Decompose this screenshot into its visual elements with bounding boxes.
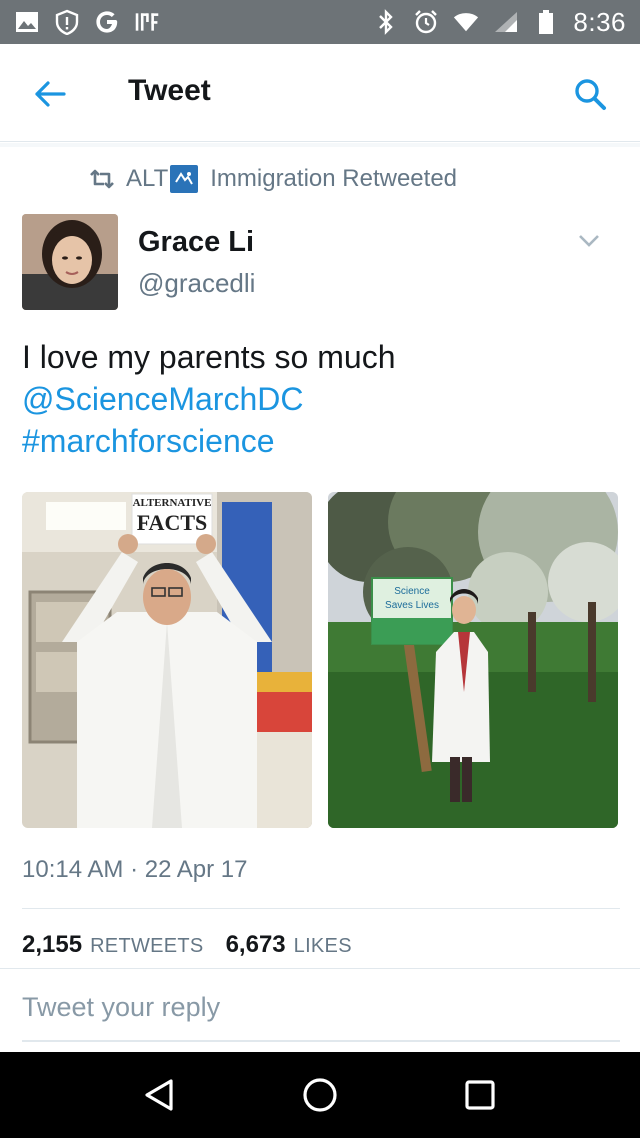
tweet-photo-left[interactable]: ALTERNATIVE FACTS bbox=[22, 492, 312, 828]
arrow-left-icon bbox=[35, 81, 66, 107]
reply-underline bbox=[22, 1040, 620, 1042]
bluetooth-icon bbox=[373, 9, 399, 35]
retweets-count[interactable]: 2,155 bbox=[22, 931, 82, 959]
sign-line-2: FACTS bbox=[137, 510, 208, 535]
page-title: Tweet bbox=[128, 74, 211, 107]
author-handle[interactable]: @gracedli bbox=[138, 268, 255, 299]
sign-saves-lives: Saves Lives bbox=[385, 600, 439, 611]
nav-back-button[interactable] bbox=[130, 1065, 190, 1125]
hashtag-link[interactable]: #marchforscience bbox=[22, 423, 275, 459]
retweet-text: Immigration Retweeted bbox=[210, 165, 458, 192]
alarm-icon bbox=[413, 9, 439, 35]
image-icon bbox=[14, 9, 40, 35]
status-bar: 8:36 bbox=[0, 0, 640, 44]
nav-recents-icon bbox=[465, 1080, 495, 1110]
system-nav-bar bbox=[0, 1052, 640, 1138]
app-header: Tweet bbox=[0, 44, 640, 142]
retweeter-logo-icon bbox=[170, 165, 199, 193]
avatar[interactable] bbox=[22, 214, 118, 310]
search-button[interactable] bbox=[568, 72, 612, 116]
header-divider bbox=[0, 143, 640, 147]
reply-input[interactable]: Tweet your reply bbox=[22, 992, 620, 1032]
tweet-body: I love my parents so much bbox=[22, 339, 396, 375]
sign-science: Science bbox=[394, 586, 430, 597]
search-icon bbox=[575, 79, 606, 110]
divider bbox=[0, 968, 640, 969]
divider bbox=[22, 908, 620, 909]
chevron-down-icon bbox=[579, 235, 599, 247]
mention-link[interactable]: @ScienceMarchDC bbox=[22, 381, 303, 417]
tweet-stats: 2,155 RETWEETS 6,673 LIKES bbox=[22, 931, 366, 959]
sign-line-1: ALTERNATIVE bbox=[133, 497, 212, 509]
google-icon bbox=[94, 9, 120, 35]
nav-back-icon bbox=[145, 1079, 173, 1111]
author-name[interactable]: Grace Li bbox=[138, 226, 254, 259]
signal-icon bbox=[493, 9, 519, 35]
likes-label[interactable]: LIKES bbox=[294, 935, 352, 958]
retweeter-name: ALT bbox=[126, 165, 200, 193]
tweet-text: I love my parents so much @ScienceMarchD… bbox=[22, 336, 622, 462]
wifi-icon bbox=[453, 9, 479, 35]
tweet-timestamp[interactable]: 10:14 AM · 22 Apr 17 bbox=[22, 856, 247, 884]
battery-icon bbox=[533, 9, 559, 35]
nav-home-button[interactable] bbox=[290, 1065, 350, 1125]
tweet-photo-right[interactable]: Science Saves Lives bbox=[328, 492, 618, 828]
retweets-label[interactable]: RETWEETS bbox=[90, 935, 204, 958]
alert-icon bbox=[54, 9, 80, 35]
tweet-options-button[interactable] bbox=[574, 226, 604, 256]
retweeter-prefix: ALT bbox=[126, 165, 169, 192]
retweet-icon bbox=[90, 169, 114, 189]
retweet-banner[interactable]: ALT Immigration Retweeted bbox=[88, 162, 457, 196]
status-time: 8:36 bbox=[573, 6, 626, 37]
likes-count[interactable]: 6,673 bbox=[226, 931, 286, 959]
app-icon bbox=[134, 9, 160, 35]
nav-home-icon bbox=[303, 1078, 337, 1112]
nav-recents-button[interactable] bbox=[450, 1065, 510, 1125]
back-button[interactable] bbox=[28, 74, 72, 114]
